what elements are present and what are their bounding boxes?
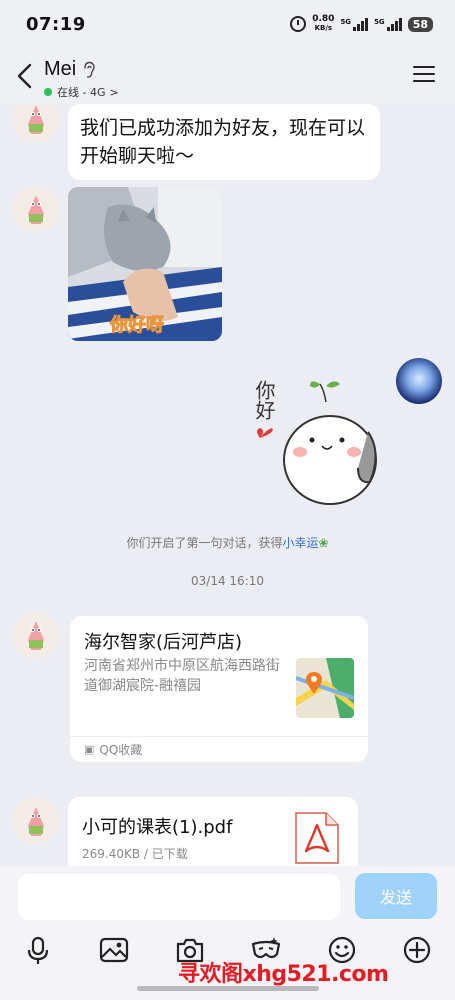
image-button[interactable] — [98, 934, 130, 966]
net-speed-unit: KB/s — [314, 24, 333, 32]
file-meta: 269.40KB / 已下载 — [82, 847, 188, 861]
signal-label-2: 5G — [374, 17, 385, 26]
alarm-icon — [290, 16, 307, 32]
chevron-left-icon — [17, 63, 32, 89]
menu-button[interactable] — [413, 66, 435, 84]
ear-icon — [84, 61, 95, 78]
status-icons: 0.80 KB/s 5G 5G 58 — [290, 15, 433, 33]
signal-icon-2: 5G — [374, 17, 402, 31]
self-avatar[interactable] — [396, 358, 442, 404]
input-bar: 发送 寻欢阁xhg521.com — [0, 866, 455, 1000]
online-status[interactable]: 在线 - 4G > — [44, 84, 119, 100]
bookmark-icon: ▣ — [84, 743, 95, 756]
watermark-text: 寻欢阁xhg521.com — [178, 962, 389, 987]
chat-area[interactable]: 我们已成功添加为好友，现在可以开始聊天啦～ 你好呀 你好 你们开启了第一句对话，… — [0, 104, 455, 866]
patrick-avatar-icon — [13, 798, 59, 844]
map-thumbnail — [296, 658, 354, 718]
online-dot — [44, 88, 52, 96]
online-status-text: 在线 - 4G — [57, 86, 106, 99]
avatar[interactable] — [13, 798, 59, 844]
image-icon — [99, 937, 129, 963]
file-name: 小可的课表(1).pdf — [82, 817, 233, 838]
more-button[interactable] — [401, 934, 433, 966]
patrick-avatar-icon — [13, 612, 59, 658]
send-button[interactable]: 发送 — [355, 873, 437, 919]
back-button[interactable] — [14, 62, 36, 90]
card-source: QQ收藏 — [99, 743, 143, 757]
message-bubble[interactable]: 我们已成功添加为好友，现在可以开始聊天啦～ — [68, 104, 380, 180]
file-card[interactable]: 小可的课表(1).pdf 269.40KB / 已下载 — [68, 797, 358, 866]
home-indicator[interactable] — [137, 986, 319, 991]
sticker-message[interactable]: 你好 — [248, 372, 382, 512]
status-time: 07:19 — [26, 13, 86, 35]
net-speed: 0.80 KB/s — [312, 15, 334, 33]
location-card[interactable]: 海尔智家(后河芦店) 河南省郑州市中原区航海西路街道御湖宸院-融禧园 ▣ QQ收… — [70, 616, 368, 762]
location-title: 海尔智家(后河芦店) — [84, 632, 243, 653]
avatar[interactable] — [13, 104, 59, 142]
pdf-file-icon — [295, 812, 339, 864]
battery-icon: 58 — [407, 16, 433, 32]
card-footer: ▣ QQ收藏 — [70, 736, 368, 762]
microphone-icon — [27, 936, 49, 964]
photo-message[interactable]: 你好呀 — [68, 187, 222, 341]
signal-icon: 5G — [340, 17, 369, 31]
message-timestamp: 03/14 16:10 — [191, 574, 264, 588]
net-speed-value: 0.80 — [312, 14, 335, 24]
status-bar: 07:19 0.80 KB/s 5G 5G 58 — [0, 0, 455, 48]
avatar[interactable] — [13, 612, 59, 658]
contact-name[interactable]: Mei — [44, 58, 76, 81]
message-text: 我们已成功添加为好友，现在可以开始聊天啦～ — [80, 117, 366, 167]
photo-caption: 你好呀 — [110, 315, 165, 337]
location-address: 河南省郑州市中原区航海西路街道御湖宸院-融禧园 — [84, 658, 280, 694]
avatar[interactable] — [13, 186, 59, 232]
chevron-right-icon: > — [109, 85, 119, 99]
sprout-icon: ❀ — [318, 536, 329, 550]
message-input[interactable] — [18, 874, 340, 920]
lucky-link[interactable]: 小幸运 — [282, 536, 318, 550]
patrick-avatar-icon — [13, 186, 59, 232]
system-notice-text: 你们开启了第一句对话，获得 — [126, 536, 283, 550]
voice-button[interactable] — [22, 934, 54, 966]
patrick-avatar-icon — [13, 104, 59, 142]
plus-circle-icon — [403, 936, 431, 964]
signal-label: 5G — [340, 17, 352, 26]
chat-header: Mei 在线 - 4G > — [0, 48, 455, 104]
map-pin-icon — [296, 658, 354, 718]
sticker-text: 你好 — [252, 380, 276, 420]
system-notice: 你们开启了第一句对话，获得小幸运❀ — [0, 534, 455, 551]
